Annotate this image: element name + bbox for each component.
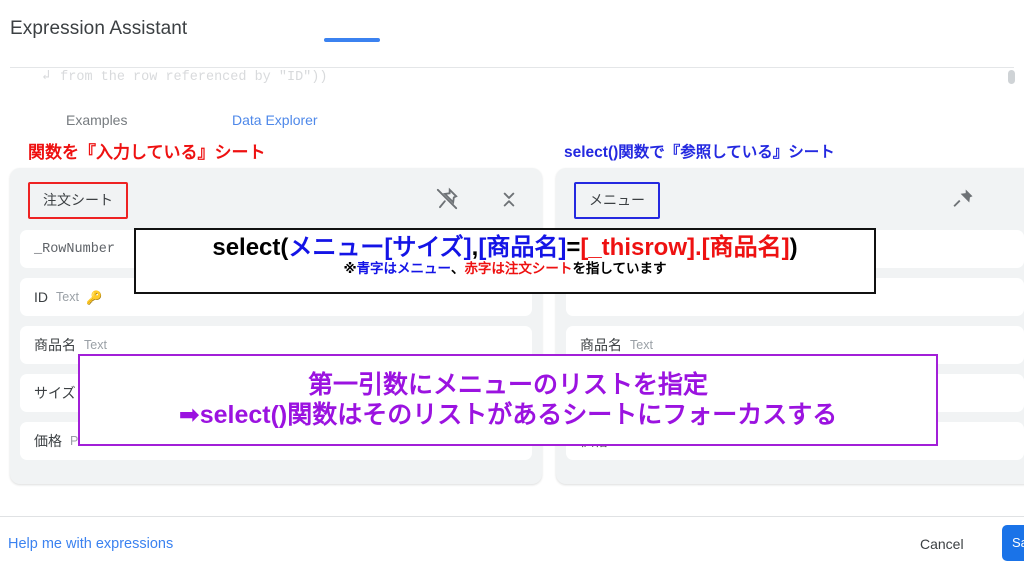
annotation-right-sheet-label: select()関数で『参照している』シート	[562, 138, 841, 166]
footer-divider	[0, 516, 1024, 517]
wrap-arrow-icon: ↲	[42, 69, 51, 84]
sheet-chip-menu[interactable]: メニュー	[574, 182, 660, 219]
annotation-purple-line-2: ➡select()関数はそのリストがあるシートにフォーカスする	[178, 401, 838, 429]
page-title: Expression Assistant	[10, 18, 188, 39]
tab-bar: Examples Data Explorer	[0, 108, 1024, 138]
collapse-icon[interactable]	[496, 186, 522, 212]
field-type: Text	[84, 338, 107, 352]
panel-right-header: メニュー	[556, 168, 1024, 230]
note-tail-text: を指しています	[572, 261, 667, 277]
field-name: ID	[34, 289, 48, 305]
unpin-icon[interactable]	[434, 186, 460, 212]
formula-part-select: select(	[212, 234, 289, 261]
panel-left-header: 注文シート	[10, 168, 542, 230]
annotation-formula-box: select(メニュー[サイズ],[商品名]=[_thisrow].[商品名])…	[134, 228, 876, 294]
field-name: 価格	[34, 433, 62, 449]
formula-part-menu-column: [商品名]	[478, 234, 567, 261]
field-type: Text	[56, 290, 79, 304]
help-with-expressions-link[interactable]: Help me with expressions	[8, 536, 173, 552]
field-type: Text	[630, 338, 653, 352]
tab-active-indicator	[324, 38, 380, 42]
formula-part-equals: =	[566, 234, 581, 261]
clipped-formula-text: ↲ from the row referenced by "ID"))	[42, 68, 742, 84]
scrollbar-thumb[interactable]	[1008, 70, 1015, 84]
field-name: 商品名	[34, 337, 76, 353]
clipped-formula-label: from the row referenced by "ID"))	[60, 70, 328, 84]
save-button[interactable]: Save	[1002, 525, 1024, 561]
annotation-purple-box: 第一引数にメニューのリストを指定 ➡select()関数はそのリストがあるシート…	[78, 354, 938, 446]
sheet-chip-order[interactable]: 注文シート	[28, 182, 128, 219]
note-separator: 、	[450, 261, 465, 277]
annotation-formula-line: select(メニュー[サイズ],[商品名]=[_thisrow].[商品名])	[136, 234, 874, 261]
formula-part-close-paren: )	[789, 234, 798, 261]
field-name: _RowNumber	[34, 241, 116, 257]
field-name: サイズ	[34, 385, 76, 401]
tab-examples[interactable]: Examples	[66, 112, 127, 128]
annotation-left-sheet-label: 関数を『入力している』シート	[26, 136, 272, 167]
pin-icon[interactable]	[950, 186, 976, 212]
formula-part-thisrow: [_thisrow].[商品名]	[580, 234, 790, 261]
cancel-button[interactable]: Cancel	[920, 536, 964, 552]
formula-part-menu-list: メニュー[サイズ]	[288, 234, 472, 261]
note-marker: ※	[343, 261, 357, 277]
annotation-purple-line-1: 第一引数にメニューのリストを指定	[307, 370, 708, 399]
tab-data-explorer[interactable]: Data Explorer	[232, 112, 318, 128]
field-name: 商品名	[580, 337, 622, 353]
note-blue-text: 青字はメニュー	[356, 261, 451, 277]
key-icon: 🔑	[85, 289, 103, 305]
annotation-formula-note: ※青字はメニュー、赤字は注文シートを指しています	[136, 261, 874, 277]
note-red-text: 赤字は注文シート	[464, 261, 573, 277]
